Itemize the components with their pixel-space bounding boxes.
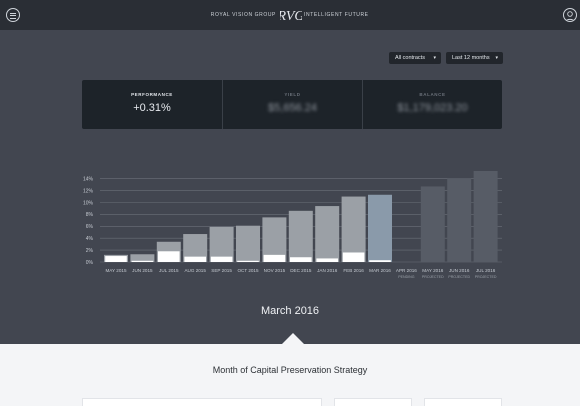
bar-may-2016 [420, 186, 445, 262]
details-panel [0, 344, 580, 406]
selected-month-title: March 2016 [260, 305, 320, 317]
x-tick-label: NOV 2015 [264, 268, 286, 273]
monthly-bar [290, 257, 312, 262]
yield-label: YIELD [284, 92, 301, 97]
contracts-dropdown[interactable]: All contracts ▾ [389, 52, 441, 64]
person-icon [565, 11, 575, 21]
detail-card [424, 398, 502, 406]
x-tick-label: AUG 2015 [184, 268, 206, 273]
top-navigation-bar: ROYAL VISION GROUP RVG INTELLIGENT FUTUR… [0, 0, 580, 30]
y-tick-label: 10% [83, 200, 94, 206]
bar-jul-2016 [473, 170, 498, 262]
selection-pointer [282, 333, 304, 344]
monthly-bar [369, 260, 391, 262]
x-tick-label: JUN 2016 [449, 268, 470, 273]
period-dropdown[interactable]: Last 12 months ▾ [446, 52, 503, 64]
stats-panel: PERFORMANCE +0.31% YIELD $5,656.24 BALAN… [82, 80, 502, 129]
brand-tagline: INTELLIGENT FUTURE [304, 12, 369, 18]
rvg-logo[interactable]: RVG [280, 5, 302, 25]
monthly-bar [263, 254, 286, 262]
yield-value: $5,656.24 [268, 102, 317, 114]
y-tick-label: 14% [83, 177, 94, 183]
bar-jun-2016 [447, 178, 472, 262]
monthly-bar [105, 256, 127, 262]
balance-stat: BALANCE $1,179,023.20 [362, 80, 502, 129]
balance-label: BALANCE [419, 92, 446, 97]
monthly-bar [184, 256, 206, 262]
y-tick-label: 6% [86, 224, 94, 230]
x-tick-label: SEP 2015 [211, 268, 232, 273]
bar-dec-2015 [288, 210, 313, 262]
user-profile-icon[interactable] [563, 8, 577, 22]
contracts-dropdown-value: All contracts [395, 55, 425, 61]
bar-oct-2015 [236, 225, 260, 262]
x-tick-label: MAY 2015 [105, 268, 126, 273]
chevron-down-icon: ▾ [433, 55, 436, 61]
performance-value: +0.31% [133, 102, 171, 114]
x-tick-label: APR 2016 [396, 268, 417, 273]
x-sub-label: PROJECTED [448, 275, 470, 279]
y-tick-label: 2% [86, 248, 94, 254]
strategy-title: Month of Capital Preservation Strategy [212, 365, 368, 375]
yield-stat: YIELD $5,656.24 [222, 80, 362, 129]
performance-chart: 0% 2% 4% 6% 8% 10% 12% 14% MAY 2015 JUN 2015 JUL 2… [0, 168, 580, 288]
chevron-down-icon: ▾ [495, 55, 498, 61]
performance-stat: PERFORMANCE +0.31% [82, 80, 222, 129]
period-dropdown-value: Last 12 months [452, 55, 490, 61]
y-tick-label: 12% [83, 188, 94, 194]
performance-label: PERFORMANCE [131, 92, 173, 97]
x-tick-label: JUL 2015 [159, 268, 179, 273]
bar-jan-2016 [315, 206, 340, 262]
y-tick-label: 8% [86, 212, 94, 218]
bar-mar-2016 [368, 194, 392, 262]
monthly-bar [210, 256, 233, 262]
bar-feb-2016 [341, 196, 366, 262]
x-tick-label: JUL 2016 [476, 268, 496, 273]
x-sub-label: PROJECTED [422, 275, 444, 279]
x-sub-label: PROJECTED [475, 275, 497, 279]
balance-value: $1,179,023.20 [397, 102, 468, 114]
monthly-bar [237, 260, 259, 262]
x-tick-label: DEC 2015 [290, 268, 312, 273]
x-tick-label: MAR 2016 [369, 268, 391, 273]
x-tick-label: JAN 2016 [317, 268, 338, 273]
x-sub-label: PENDING [398, 275, 415, 279]
y-tick-label: 0% [86, 260, 94, 266]
monthly-bar [131, 260, 154, 262]
monthly-bar [158, 251, 180, 262]
x-tick-label: JUN 2015 [132, 268, 153, 273]
x-tick-label: MAY 2016 [422, 268, 443, 273]
logo-text: RVG [280, 9, 302, 24]
x-tick-label: FEB 2016 [343, 268, 364, 273]
y-tick-label: 4% [86, 236, 94, 242]
monthly-bar [342, 252, 365, 262]
monthly-bar [316, 258, 338, 262]
x-tick-label: OCT 2015 [237, 268, 259, 273]
brand-name: ROYAL VISION GROUP [210, 12, 276, 18]
detail-card [334, 398, 412, 406]
hamburger-menu-icon[interactable] [6, 8, 20, 22]
detail-card [82, 398, 322, 406]
performance-bar-chart: 0% 2% 4% 6% 8% 10% 12% 14% MAY 2015 JUN 2015 JUL 2… [83, 170, 502, 279]
